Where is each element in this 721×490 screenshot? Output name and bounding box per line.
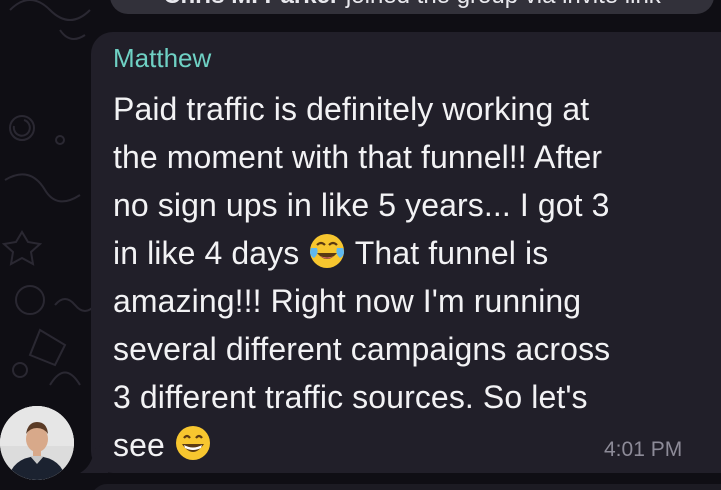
message-line: Paid traffic is definitely working at xyxy=(113,91,590,127)
doodle-shape xyxy=(55,135,65,145)
message-line: 3 different traffic sources. So let's xyxy=(113,379,588,415)
message-line: several different campaigns across xyxy=(113,331,611,367)
message-line-part: That funnel is xyxy=(346,235,549,271)
grinning-face-emoji xyxy=(175,426,210,460)
doodle-shape xyxy=(49,371,81,386)
message-sender[interactable]: Matthew xyxy=(113,42,211,74)
message-timestamp: 4:01 PM xyxy=(604,438,683,461)
doodle-shape xyxy=(59,29,86,40)
doodle-shape xyxy=(12,119,31,137)
doodle-shape xyxy=(15,285,45,315)
service-message-user[interactable]: Chris M. Parker xyxy=(163,0,339,9)
message-line-part: in like 4 days xyxy=(113,235,309,271)
doodle-shape xyxy=(9,0,91,21)
message-line: the moment with that funnel!! After xyxy=(113,139,603,175)
service-message: Chris M. Parker joined the group via inv… xyxy=(110,0,714,14)
message-line-part: see xyxy=(113,427,174,463)
doodle-shape xyxy=(54,298,96,312)
message-line: amazing!!! Right now I'm running xyxy=(113,283,582,319)
sender-avatar[interactable] xyxy=(0,406,74,480)
message-line: no sign ups in like 5 years... I got 3 xyxy=(113,187,610,223)
doodle-shape xyxy=(28,328,67,367)
tears-of-joy-emoji xyxy=(310,234,345,268)
doodle-shape xyxy=(4,173,81,203)
message-line: in like 4 days That funnel is xyxy=(113,229,709,277)
service-message-text: joined the group via invite link xyxy=(339,0,661,9)
chat-view: Chris M. Parker joined the group via inv… xyxy=(0,0,721,490)
user-avatar-photo xyxy=(0,406,74,480)
next-message-bubble[interactable] xyxy=(91,484,721,490)
doodle-shape xyxy=(1,230,43,266)
message-text: Paid traffic is definitely working at th… xyxy=(113,85,709,469)
bubble-tail xyxy=(80,440,108,473)
doodle-shape xyxy=(12,362,28,378)
